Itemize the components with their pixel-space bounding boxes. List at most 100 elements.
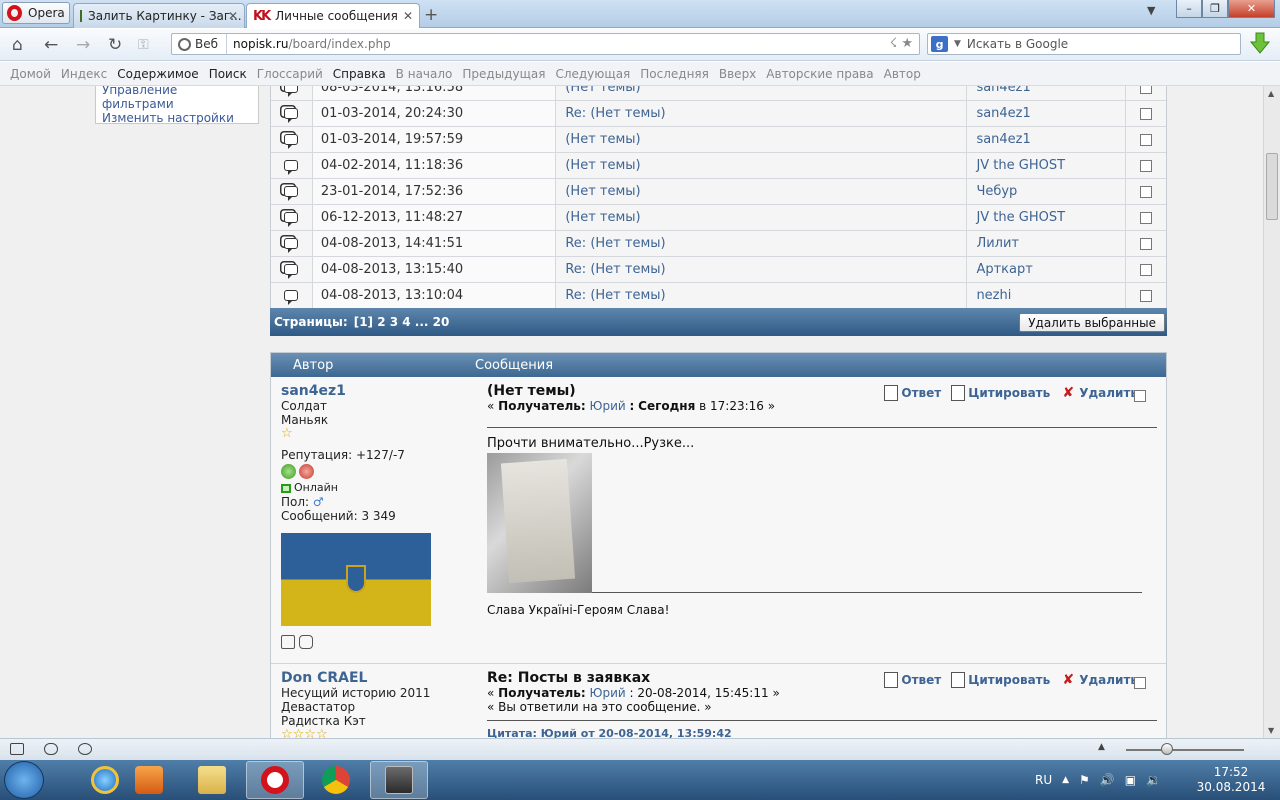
opera-menu-button[interactable]: Opera [2, 2, 70, 24]
message-select-checkbox[interactable] [1140, 133, 1153, 146]
page-links[interactable]: [1] 2 3 4 ... 20 [354, 315, 450, 329]
tab-menu-icon[interactable]: ▼ [1147, 4, 1155, 17]
back-icon[interactable]: ← [44, 35, 58, 55]
speaker-icon[interactable]: 🔉 [1146, 773, 1161, 787]
minimize-button[interactable]: – [1176, 0, 1202, 18]
close-tab-icon[interactable]: ✕ [228, 9, 238, 23]
key-icon[interactable]: ⚿ [138, 37, 149, 53]
system-clock[interactable]: 17:52 30.08.2014 [1185, 765, 1277, 795]
message-sender-link[interactable]: san4ez1 [967, 127, 1127, 152]
tab-private-messages[interactable]: KK Личные сообщения ✕ [246, 3, 420, 28]
panel-toggle-icon[interactable] [10, 743, 24, 755]
table-row[interactable]: 01-03-2014, 19:57:59 (Нет темы) san4ez1 [271, 127, 1166, 153]
delete-selected-button[interactable]: Удалить выбранные [1019, 313, 1165, 332]
message-sender-link[interactable]: san4ez1 [967, 86, 1127, 100]
message-select-checkbox[interactable] [1140, 107, 1153, 120]
attached-photo[interactable] [487, 453, 592, 593]
message-sender-link[interactable]: san4ez1 [967, 101, 1127, 126]
table-row[interactable]: 06-12-2013, 11:48:27 (Нет темы) JV the G… [271, 205, 1166, 231]
table-row[interactable]: 08-03-2014, 13:16:58 (Нет темы) san4ez1 [271, 86, 1166, 101]
start-button[interactable] [4, 761, 44, 799]
tab-upload-image[interactable]: Залить Картинку - Заг... ✕ [73, 3, 245, 28]
taskbar-explorer[interactable] [183, 761, 241, 799]
nav-last[interactable]: Последняя [640, 67, 709, 81]
page-scrollbar[interactable]: ▲ ▼ [1263, 86, 1280, 738]
message-subject-link[interactable]: (Нет темы) [556, 153, 968, 178]
message-sender-link[interactable]: JV the GHOST [967, 153, 1127, 178]
tray-expand-icon[interactable]: ▲ [1062, 775, 1069, 785]
address-field[interactable]: Веб nopisk.ru/board/index.php ☇ ★ [171, 33, 920, 55]
message-sender-link[interactable]: JV the GHOST [967, 205, 1127, 230]
table-row[interactable]: 04-08-2013, 14:41:51 Re: (Нет темы) Лили… [271, 231, 1166, 257]
nav-start[interactable]: В начало [396, 67, 453, 81]
message-select-checkbox[interactable] [1140, 86, 1153, 94]
close-window-button[interactable]: ✕ [1228, 0, 1275, 18]
turbo-icon[interactable] [78, 743, 92, 755]
message-sender-link[interactable]: Лилит [967, 231, 1127, 256]
profile-icon[interactable] [281, 634, 295, 649]
action-center-flag-icon[interactable]: ⚑ [1079, 773, 1090, 787]
nav-contents[interactable]: Содержимое [117, 67, 198, 81]
table-row[interactable]: 23-01-2014, 17:52:36 (Нет темы) Чебур [271, 179, 1166, 205]
close-tab-icon[interactable]: ✕ [403, 9, 413, 23]
change-settings-link[interactable]: Изменить настройки [102, 111, 252, 125]
nav-previous[interactable]: Предыдущая [462, 67, 545, 81]
table-row[interactable]: 04-02-2014, 11:18:36 (Нет темы) JV the G… [271, 153, 1166, 179]
message-select-checkbox[interactable] [1140, 289, 1153, 302]
recipient-link[interactable]: Юрий [590, 686, 626, 700]
feed-star-icons[interactable]: ☇ ★ [890, 36, 913, 51]
nav-next[interactable]: Следующая [555, 67, 630, 81]
language-indicator[interactable]: RU [1035, 773, 1052, 787]
message-select-checkbox[interactable] [1140, 159, 1153, 172]
search-field[interactable]: g ▼ Искать в Google [927, 33, 1241, 55]
message-sender-link[interactable]: Арткарт [967, 257, 1127, 282]
zoom-slider-track[interactable] [1126, 749, 1244, 751]
message-select-checkbox[interactable] [1140, 263, 1153, 276]
scrollbar-thumb[interactable] [1266, 153, 1278, 220]
volume-icon[interactable]: 🔊 [1100, 773, 1115, 787]
home-icon[interactable]: ⌂ [12, 35, 23, 55]
taskbar-chrome[interactable] [307, 761, 365, 799]
google-icon[interactable]: g [931, 36, 948, 52]
download-arrow-icon[interactable] [1250, 32, 1270, 54]
message-subject-link[interactable]: Re: (Нет темы) [556, 257, 968, 282]
nav-up[interactable]: Вверх [719, 67, 756, 81]
nav-search[interactable]: Поиск [209, 67, 247, 81]
zoom-slider-knob[interactable] [1161, 743, 1173, 755]
nav-help[interactable]: Справка [333, 67, 386, 81]
message-select-checkbox[interactable] [1140, 237, 1153, 250]
restore-button[interactable]: ❐ [1202, 0, 1228, 18]
message-subject-link[interactable]: Re: (Нет темы) [556, 283, 968, 308]
search-engine-dropdown-icon[interactable]: ▼ [954, 39, 961, 49]
message-subject-link[interactable]: Re: (Нет темы) [556, 101, 968, 126]
nav-glossary[interactable]: Глоссарий [257, 67, 323, 81]
message-subject-link[interactable]: (Нет темы) [556, 127, 968, 152]
taskbar-world-of-tanks[interactable] [370, 761, 428, 799]
reload-icon[interactable]: ↻ [108, 35, 122, 55]
taskbar-opera[interactable] [246, 761, 304, 799]
manage-filters-link[interactable]: Управление фильтрами [102, 86, 252, 111]
forward-icon[interactable]: → [76, 35, 90, 55]
author-name-link[interactable]: san4ez1 [281, 383, 471, 399]
table-row[interactable]: 04-08-2013, 13:10:04 Re: (Нет темы) nezh… [271, 283, 1166, 309]
author-name-link[interactable]: Don CRAEL [281, 670, 471, 686]
reputation-plus-icon[interactable] [281, 464, 296, 479]
message-sender-link[interactable]: nezhi [967, 283, 1127, 308]
nav-copyright[interactable]: Авторские права [766, 67, 873, 81]
table-row[interactable]: 04-08-2013, 13:15:40 Re: (Нет темы) Артк… [271, 257, 1166, 283]
opera-unite-icon[interactable] [44, 743, 58, 755]
taskbar-media-player[interactable] [120, 761, 178, 799]
nav-author[interactable]: Автор [884, 67, 921, 81]
message-subject-link[interactable]: (Нет темы) [556, 205, 968, 230]
message-subject-link[interactable]: (Нет темы) [556, 179, 968, 204]
table-row[interactable]: 01-03-2014, 20:24:30 Re: (Нет темы) san4… [271, 101, 1166, 127]
recipient-link[interactable]: Юрий [590, 399, 626, 413]
message-subject-link[interactable]: Re: (Нет темы) [556, 231, 968, 256]
message-select-checkbox[interactable] [1140, 211, 1153, 224]
web-badge[interactable]: Веб [172, 34, 228, 54]
message-sender-link[interactable]: Чебур [967, 179, 1127, 204]
network-icon[interactable]: ▣ [1125, 773, 1136, 787]
message-select-checkbox[interactable] [1140, 185, 1153, 198]
new-tab-icon[interactable]: + [424, 5, 438, 25]
scroll-up-icon[interactable]: ▲ [1268, 89, 1274, 98]
